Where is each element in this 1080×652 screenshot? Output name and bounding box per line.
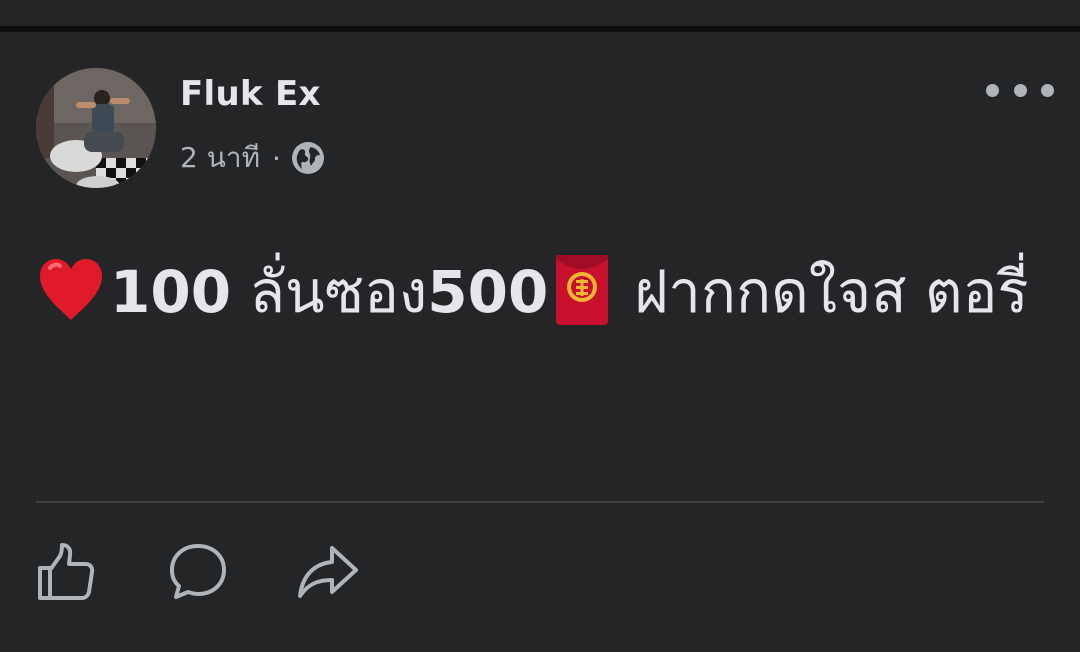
red-envelope-icon xyxy=(554,253,610,327)
share-button[interactable] xyxy=(296,540,360,604)
post-timestamp[interactable]: 2 นาที xyxy=(180,136,260,180)
globe-icon[interactable] xyxy=(291,141,325,175)
post-meta: 2 นาที · xyxy=(180,136,325,180)
meta-separator: · xyxy=(272,141,281,175)
thumbs-up-icon xyxy=(38,543,95,600)
more-horizontal-icon-dot xyxy=(1041,83,1054,97)
more-horizontal-icon-dot xyxy=(1013,83,1027,97)
post-card: Fluk Ex 2 นาที · 100 ลั่นซอง500 ฝากกดใจส… xyxy=(0,32,1080,652)
author-name[interactable]: Fluk Ex xyxy=(180,74,321,114)
share-arrow-icon xyxy=(298,546,358,598)
comment-bubble-icon xyxy=(170,544,226,599)
comment-button[interactable] xyxy=(166,540,230,604)
heart-icon xyxy=(36,256,106,324)
post-message: 100 ลั่นซอง500 ฝากกดใจส ตอรี่ xyxy=(36,244,1046,340)
avatar-photo xyxy=(36,68,156,188)
more-options-button[interactable] xyxy=(986,76,1054,104)
post-text-number: 500 xyxy=(427,258,549,326)
actions-divider xyxy=(36,501,1044,503)
post-text-lead: 100 xyxy=(110,258,232,326)
post-text-tail: ฝากกดใจส ตอรี่ xyxy=(634,258,1029,326)
avatar[interactable] xyxy=(36,68,156,188)
post-text-mid: ลั่นซอง xyxy=(231,258,428,326)
top-feed-divider xyxy=(0,0,1080,32)
like-button[interactable] xyxy=(34,540,98,604)
more-horizontal-icon-dot xyxy=(986,83,999,97)
